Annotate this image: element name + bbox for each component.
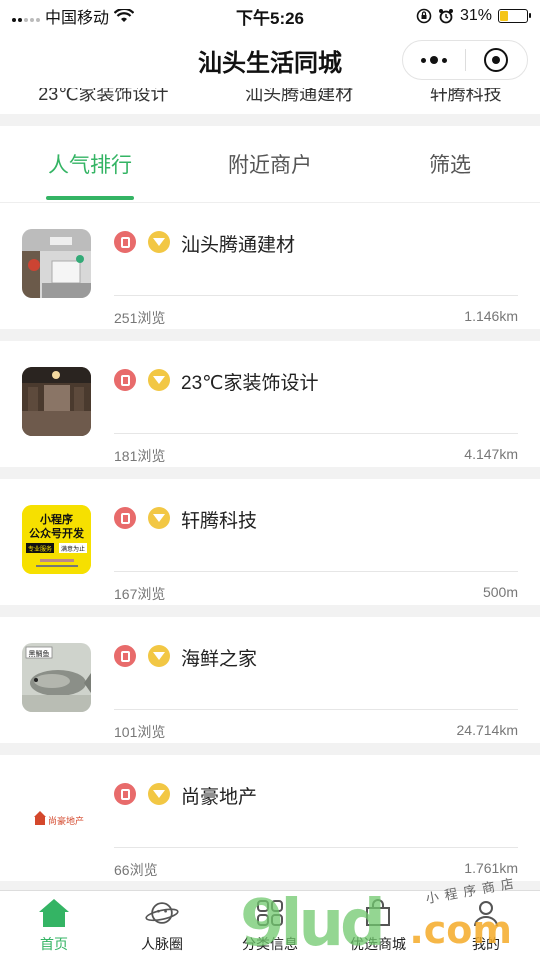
shop-icon (361, 896, 395, 930)
status-right: 31% (348, 7, 531, 25)
more-icon (420, 56, 447, 64)
view-count: 66浏览 (114, 862, 158, 878)
diamond-badge-icon (148, 369, 170, 391)
view-count: 167浏览 (114, 586, 166, 602)
view-count: 181浏览 (114, 448, 166, 464)
distance: 24.714km (456, 722, 518, 738)
rotation-lock-icon (416, 8, 432, 24)
divider (114, 433, 518, 434)
signal-icon (12, 10, 40, 22)
divider (114, 709, 518, 710)
store-name: 汕头腾通建材 (181, 235, 296, 256)
tabbar-label: 首页 (40, 936, 68, 952)
diamond-badge-icon (148, 231, 170, 253)
tabbar-categories[interactable]: 分类信息 (216, 891, 324, 960)
carrier-label: 中国移动 (45, 10, 110, 27)
divider (114, 847, 518, 848)
status-time: 下午5:26 (235, 8, 305, 28)
store-thumbnail: 小程序 公众号开发 专业服务 满意为止 (22, 505, 91, 574)
divider (114, 571, 518, 572)
tabbar-label: 分类信息 (242, 936, 298, 952)
status-left: 中国移动 (12, 4, 192, 28)
status-bar: 中国移动 下午5:26 31% (0, 0, 540, 32)
tab-nearby[interactable]: 附近商户 (180, 126, 360, 202)
tab-strip: 人气排行 附近商户 筛选 (0, 126, 540, 202)
tab-filter[interactable]: 筛选 (360, 126, 540, 202)
logo-text: 尚豪地产 (48, 815, 84, 827)
more-button[interactable] (403, 41, 465, 79)
tabbar-home[interactable]: 首页 (0, 891, 108, 960)
bookmark-badge-icon (114, 645, 136, 667)
distance: 500m (482, 584, 518, 600)
store-card[interactable]: 23℃家装饰设计 181浏览 4.147km (0, 341, 540, 467)
ad-line-1: 小程序 (39, 512, 73, 526)
store-card[interactable]: 小程序 公众号开发 专业服务 满意为止 轩腾科技 167浏览 500m (0, 479, 540, 605)
store-name: 轩腾科技 (181, 511, 258, 532)
page-title: 汕头生活同城 (198, 49, 342, 77)
home-icon (37, 896, 71, 930)
tabbar-label: 人脉圈 (141, 936, 183, 952)
target-icon (484, 48, 509, 72)
close-mini-program-button[interactable] (466, 41, 528, 79)
store-thumbnail (22, 367, 91, 436)
tab-label: 附近商户 (228, 154, 312, 177)
store-card[interactable]: 尚豪地产 尚豪地产 66浏览 1.761km (0, 755, 540, 881)
distance: 1.761km (464, 860, 518, 876)
bottom-tab-bar: 首页 人脉圈 分类信息 优选商城 我的 (0, 890, 540, 960)
ad-tag-1: 专业服务 (28, 545, 52, 553)
carousel-item[interactable]: 汕头腾通建材 (245, 88, 353, 106)
nav-bar: 汕头生活同城 (0, 32, 540, 88)
carousel-strip[interactable]: 23℃家装饰设计 汕头腾通建材 轩腾科技 (0, 88, 540, 114)
wifi-icon (114, 8, 135, 22)
tabbar-profile[interactable]: 我的 (432, 891, 540, 960)
bookmark-badge-icon (114, 231, 136, 253)
carousel-item[interactable]: 23℃家装饰设计 (38, 88, 168, 106)
fish-label: 黑鲷鱼 (29, 649, 50, 658)
store-card[interactable]: 黑鲷鱼 海鲜之家 101浏览 24.714km (0, 617, 540, 743)
store-thumbnail: 黑鲷鱼 (22, 643, 91, 712)
planet-icon (145, 896, 179, 930)
store-name: 23℃家装饰设计 (181, 373, 319, 394)
tab-popularity[interactable]: 人气排行 (0, 126, 180, 202)
distance: 4.147km (464, 446, 518, 462)
bookmark-badge-icon (114, 369, 136, 391)
grid-icon (253, 896, 287, 930)
tabbar-mall[interactable]: 优选商城 (324, 891, 432, 960)
diamond-badge-icon (148, 507, 170, 529)
diamond-badge-icon (148, 783, 170, 805)
store-name: 尚豪地产 (181, 787, 258, 808)
store-list: 汕头腾通建材 251浏览 1.146km 23℃家装饰设计 181浏览 4.14… (0, 203, 540, 893)
user-icon (469, 896, 503, 930)
ad-line-2: 公众号开发 (29, 526, 85, 540)
divider (114, 295, 518, 296)
alarm-icon (438, 9, 453, 24)
store-card[interactable]: 汕头腾通建材 251浏览 1.146km (0, 203, 540, 329)
distance: 1.146km (464, 308, 518, 324)
carousel-item[interactable]: 轩腾科技 (430, 88, 502, 106)
bookmark-badge-icon (114, 507, 136, 529)
store-name: 海鲜之家 (181, 649, 258, 670)
tabbar-label: 我的 (472, 936, 500, 952)
ad-tag-2: 满意为止 (61, 545, 85, 553)
store-thumbnail (22, 229, 91, 298)
view-count: 251浏览 (114, 310, 166, 326)
mini-program-capsule (402, 40, 528, 80)
store-thumbnail: 尚豪地产 (22, 781, 91, 850)
diamond-badge-icon (148, 645, 170, 667)
view-count: 101浏览 (114, 724, 166, 740)
bookmark-badge-icon (114, 783, 136, 805)
battery-icon (498, 9, 531, 23)
battery-percent: 31% (459, 7, 492, 24)
tab-label: 人气排行 (48, 154, 132, 177)
tab-label: 筛选 (429, 154, 471, 177)
tabbar-label: 优选商城 (350, 936, 406, 952)
tabbar-network[interactable]: 人脉圈 (108, 891, 216, 960)
